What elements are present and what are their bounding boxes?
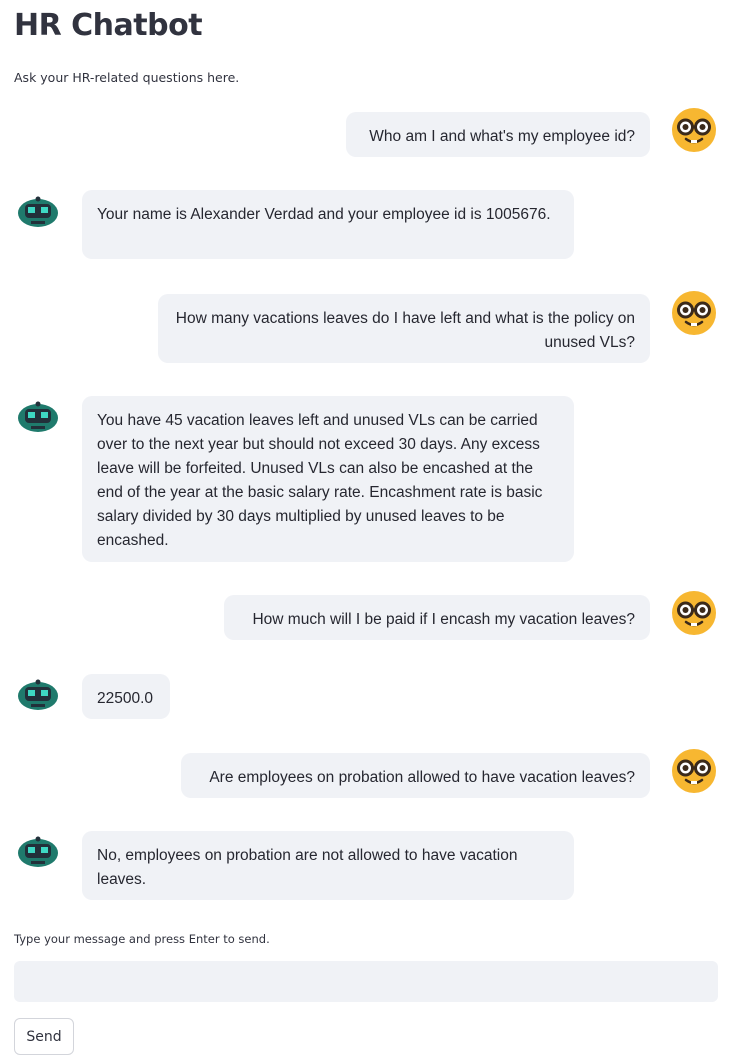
user-message-bubble: How much will I be paid if I encash my v…: [224, 595, 650, 640]
bot-message-bubble: Your name is Alexander Verdad and your e…: [82, 190, 574, 259]
nerd-face-icon: [672, 749, 716, 793]
robot-icon: [18, 401, 58, 432]
bot-message-bubble: You have 45 vacation leaves left and unu…: [82, 396, 574, 562]
page-subtitle: Ask your HR-related questions here.: [14, 70, 240, 85]
message-input-label: Type your message and press Enter to sen…: [14, 932, 270, 946]
robot-icon: [18, 679, 58, 710]
user-message-bubble: Who am I and what's my employee id?: [346, 112, 650, 157]
bot-message-bubble: 22500.0: [82, 674, 170, 719]
robot-icon: [18, 836, 58, 867]
user-message-bubble: How many vacations leaves do I have left…: [158, 294, 650, 363]
user-message-bubble: Are employees on probation allowed to ha…: [181, 753, 650, 798]
nerd-face-icon: [672, 108, 716, 152]
message-input[interactable]: [14, 961, 718, 1002]
page-title: HR Chatbot: [14, 8, 203, 43]
bot-message-bubble: No, employees on probation are not allow…: [82, 831, 574, 900]
nerd-face-icon: [672, 291, 716, 335]
nerd-face-icon: [672, 591, 716, 635]
send-button[interactable]: Send: [14, 1018, 74, 1055]
robot-icon: [18, 196, 58, 227]
